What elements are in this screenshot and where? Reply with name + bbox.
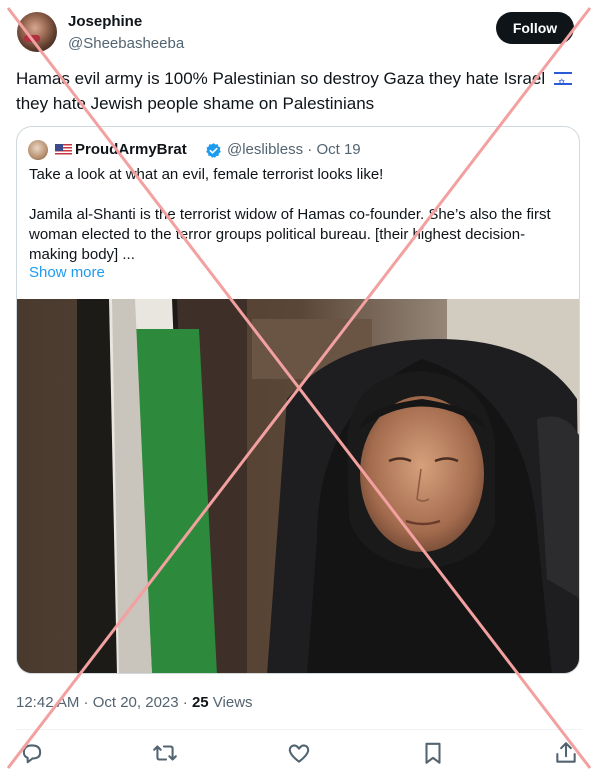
us-flag-icon <box>55 144 72 156</box>
quoted-tweet[interactable]: ProudArmyBrat @leslibless · Oct 19 Take … <box>16 126 580 674</box>
bookmark-icon[interactable] <box>420 740 446 766</box>
tweet-timestamp[interactable]: 12:42 AM · Oct 20, 2023 · <box>16 694 188 711</box>
tweet-text-main: Hamas evil army is 100% Palestinian so d… <box>16 69 546 88</box>
show-more-link[interactable]: Show more <box>29 264 105 281</box>
views-label: Views <box>212 694 253 711</box>
quoted-date[interactable]: Oct 19 <box>316 141 360 158</box>
retweet-icon[interactable] <box>152 740 178 766</box>
quoted-photo[interactable] <box>17 299 580 674</box>
verified-badge-icon <box>206 143 221 158</box>
like-icon[interactable] <box>286 740 312 766</box>
author-name[interactable]: Josephine <box>68 13 142 30</box>
tweet-text: Hamas evil army is 100% Palestinian so d… <box>16 66 576 116</box>
quoted-text: Take a look at what an evil, female terr… <box>29 165 569 265</box>
views-count: 25 <box>191 694 209 711</box>
quoted-paragraph-1: Take a look at what an evil, female terr… <box>29 166 384 183</box>
action-bar <box>0 738 598 768</box>
author-handle[interactable]: @Sheebasheeba <box>68 35 184 52</box>
author-avatar[interactable] <box>17 12 57 52</box>
quoted-author-handle[interactable]: @leslibless <box>227 141 303 158</box>
quoted-author-name[interactable]: ProudArmyBrat <box>75 141 187 158</box>
reply-icon[interactable] <box>19 740 45 766</box>
divider <box>16 729 582 730</box>
tweet-meta: 12:42 AM · Oct 20, 2023 · 25 Views <box>16 694 253 711</box>
quoted-author-avatar[interactable] <box>28 140 48 160</box>
follow-button[interactable]: Follow <box>496 12 574 44</box>
quoted-handle-date[interactable]: @leslibless · Oct 19 <box>227 141 361 158</box>
israel-flag-icon <box>553 70 572 95</box>
quoted-paragraph-2: Jamila al-Shanti is the terrorist widow … <box>29 206 551 263</box>
share-icon[interactable] <box>553 740 579 766</box>
tweet-text-tail: they hate Jewish people shame on Palesti… <box>16 94 375 113</box>
